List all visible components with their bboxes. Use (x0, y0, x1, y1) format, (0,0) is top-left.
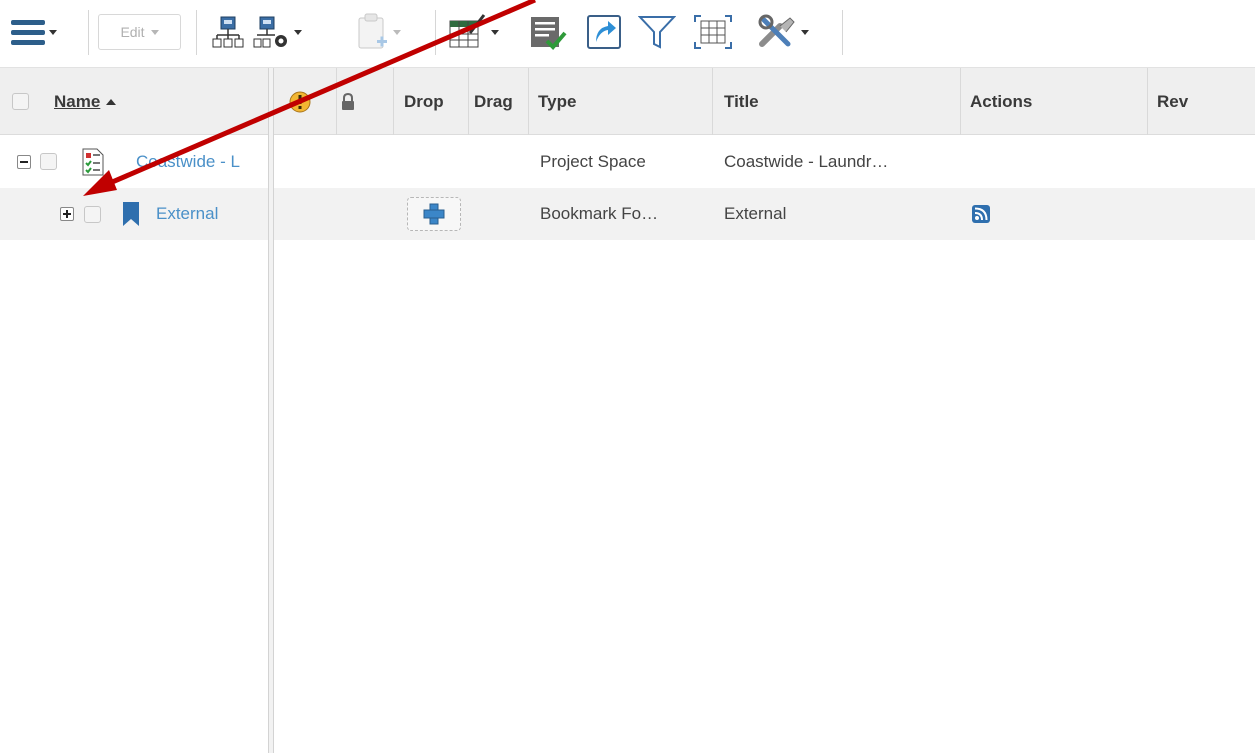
column-header-title[interactable]: Title (724, 68, 759, 135)
column-header-actions[interactable]: Actions (970, 68, 1032, 135)
row-checkbox[interactable] (40, 135, 57, 188)
select-all-checkbox[interactable] (12, 68, 29, 135)
chevron-down-icon (294, 29, 302, 35)
column-header-drop[interactable]: Drop (404, 68, 444, 135)
expand-toggle[interactable] (60, 188, 74, 240)
column-header-title-label: Title (724, 91, 759, 111)
column-header-name-label: Name (54, 91, 101, 111)
row-title: Coastwide - Laundr… (724, 151, 889, 171)
column-header-drop-label: Drop (404, 91, 444, 111)
row-name-link[interactable]: Coastwide - L (136, 135, 266, 188)
filter-icon (638, 16, 676, 49)
toolbar: Edit (0, 0, 1255, 68)
bookmark-icon (122, 188, 140, 240)
row-type: Bookmark Fo… (540, 204, 659, 223)
column-header-rev[interactable]: Rev (1157, 68, 1188, 135)
main-menu-button[interactable] (10, 12, 57, 52)
chevron-down-icon (491, 29, 499, 35)
column-header-rev-label: Rev (1157, 91, 1189, 111)
table-edit-button[interactable] (448, 12, 499, 52)
tools-button[interactable] (758, 12, 809, 52)
chevron-down-icon (801, 29, 809, 35)
row-name-link[interactable]: External (156, 188, 218, 240)
sort-ascending-icon (106, 98, 117, 105)
chevron-down-icon (150, 29, 159, 35)
chevron-down-icon (49, 29, 57, 35)
row-checkbox[interactable] (84, 188, 101, 240)
checkbox[interactable] (84, 205, 101, 223)
alert-icon (289, 91, 311, 112)
fit-columns-icon (694, 15, 732, 49)
open-link-button[interactable] (586, 12, 622, 52)
drop-zone[interactable] (407, 197, 461, 231)
filter-button[interactable] (638, 12, 676, 52)
menu-icon (11, 20, 45, 45)
column-header-name[interactable]: Name (54, 68, 117, 135)
column-header-type-label: Type (538, 91, 577, 111)
checklist-icon (531, 17, 567, 50)
column-header-lock[interactable] (341, 68, 355, 135)
fit-columns-button[interactable] (693, 12, 733, 52)
column-header-type[interactable]: Type (538, 68, 576, 135)
open-link-icon (587, 15, 621, 49)
checkbox[interactable] (40, 153, 57, 170)
add-icon (423, 203, 445, 225)
row-title: External (724, 204, 787, 223)
structure-icon (212, 16, 244, 48)
structure-settings-icon (253, 16, 287, 48)
table-edit-icon (449, 14, 486, 48)
edit-button-label: Edit (120, 24, 145, 40)
paste-icon (358, 13, 387, 49)
collapse-toggle[interactable] (17, 135, 31, 188)
checklist-button[interactable] (528, 12, 568, 52)
paste-button[interactable] (356, 12, 401, 52)
project-space-icon (82, 135, 104, 188)
rss-feed-button[interactable] (972, 188, 990, 240)
pane-splitter[interactable] (268, 68, 274, 753)
plus-icon (60, 207, 74, 221)
column-header-actions-label: Actions (970, 91, 1033, 111)
table-row[interactable]: Coastwide - L Project Space Coastwide - … (0, 135, 1255, 188)
edit-button[interactable]: Edit (98, 14, 181, 50)
column-header-alert[interactable] (289, 68, 311, 135)
grid-header: Name Drop Drag Type Title Actions Rev (0, 68, 1255, 135)
chevron-down-icon (393, 29, 401, 35)
lock-icon (342, 92, 354, 110)
column-header-drag-label: Drag (474, 91, 513, 111)
structure-settings-button[interactable] (253, 12, 302, 52)
drop-target[interactable] (407, 188, 461, 240)
tools-icon (758, 14, 795, 47)
row-type: Project Space (540, 151, 646, 171)
rss-icon (972, 205, 990, 223)
minus-icon (17, 154, 31, 169)
column-header-drag[interactable]: Drag (474, 68, 513, 135)
table-row[interactable]: External Bookmark Fo… External (0, 188, 1255, 240)
checkbox[interactable] (12, 93, 29, 110)
structure-button[interactable] (212, 12, 244, 52)
